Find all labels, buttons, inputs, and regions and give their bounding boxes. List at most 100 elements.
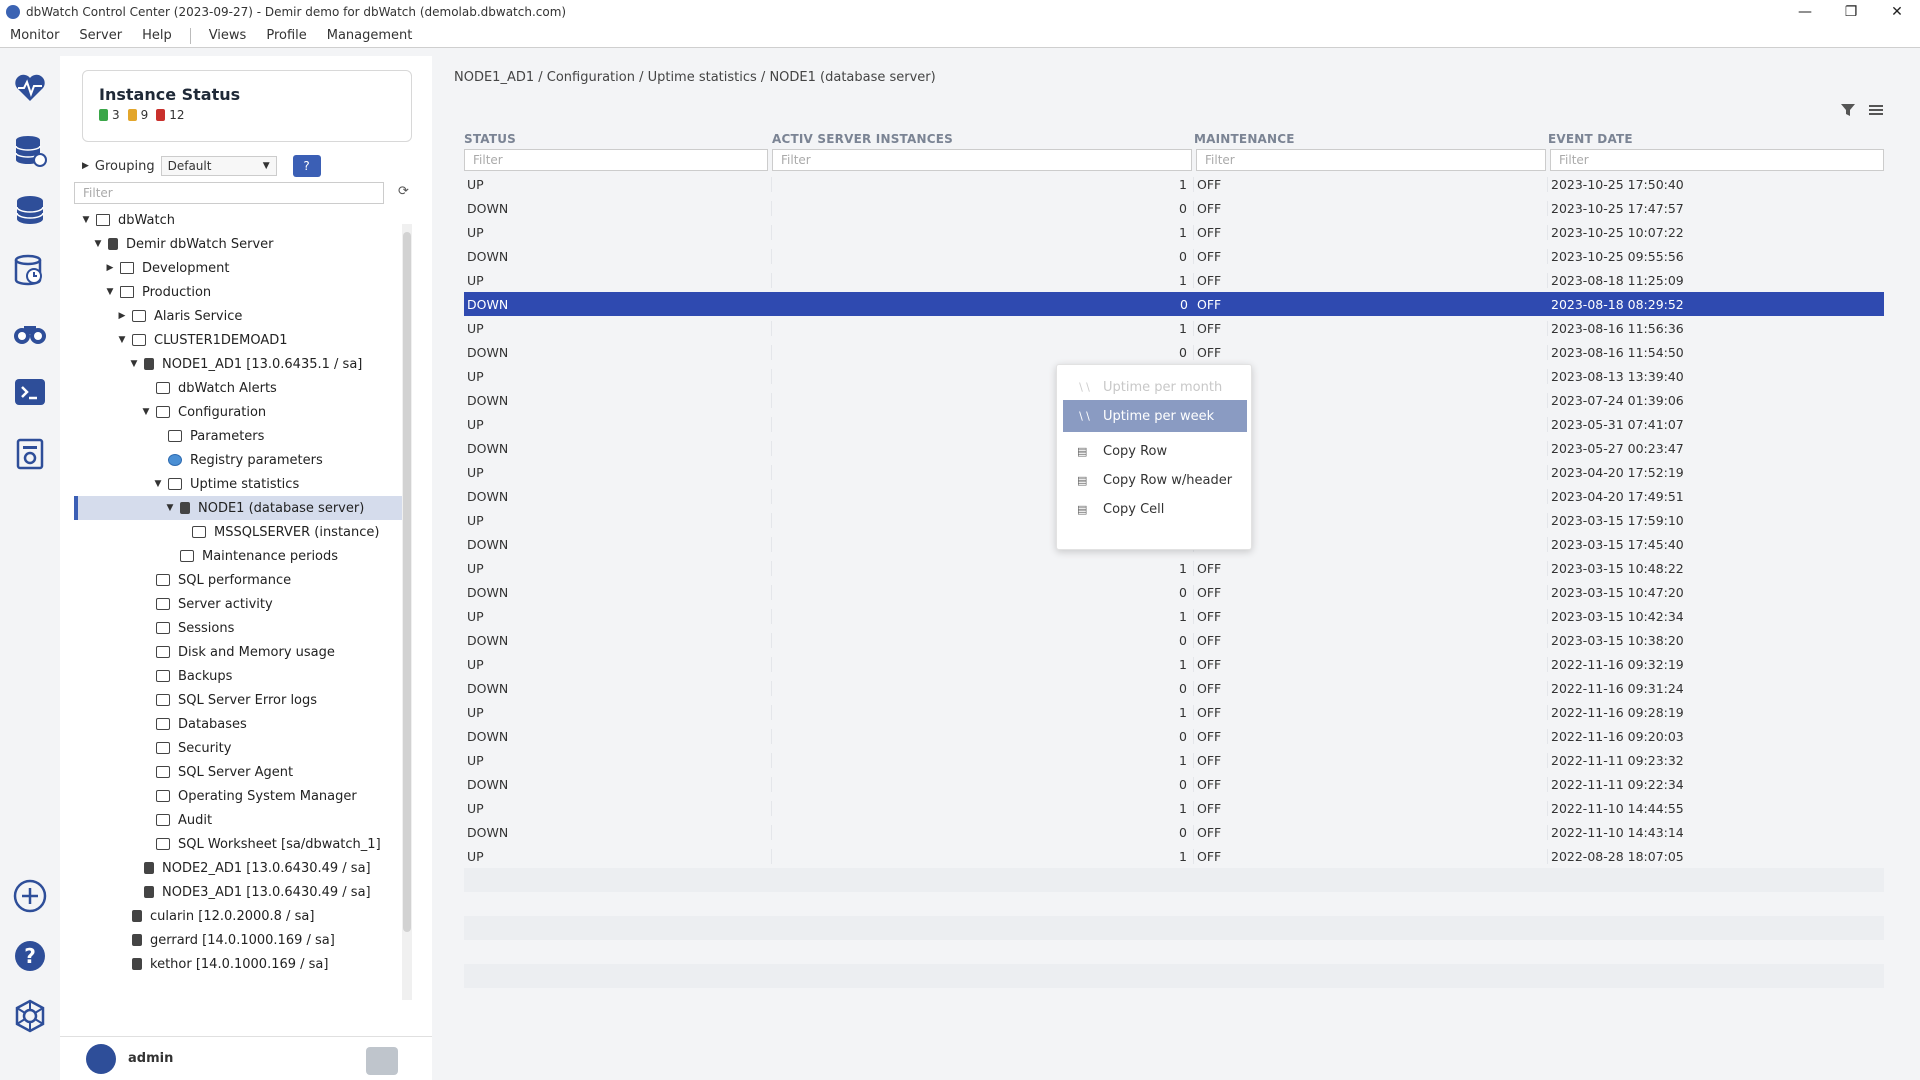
menu-management[interactable]: Management [317,28,423,43]
tree-item[interactable]: SQL Server Error logs [74,688,410,712]
tree-item[interactable]: ▼ Demir dbWatch Server [74,232,410,256]
table-row[interactable]: UP 1 OFF 2022-08-28 18:07:05 [464,844,1884,868]
context-menu-item[interactable]: ▤ Copy Cell [1063,493,1247,525]
tree-toggle-icon[interactable]: ▶ [116,311,128,321]
table-row[interactable]: DOWN 0 OFF 2023-10-25 09:55:56 [464,244,1884,268]
tree-item[interactable]: Operating System Manager [74,784,410,808]
tree-toggle-icon[interactable]: ▼ [116,335,128,345]
close-button[interactable]: ✕ [1874,4,1920,20]
database-settings-icon[interactable] [12,132,48,168]
table-row[interactable]: UP 1 OFF 2023-10-25 10:07:22 [464,220,1884,244]
tree-item[interactable]: NODE2_AD1 [13.0.6430.49 / sa] [74,856,410,880]
tree-item[interactable]: ▼ dbWatch [74,208,410,232]
tree-item[interactable]: kethor [14.0.1000.169 / sa] [74,952,410,976]
table-row[interactable]: UP 1 OFF 2023-03-15 10:42:34 [464,604,1884,628]
database-clock-icon[interactable] [12,252,48,288]
header-event-date[interactable]: EVENT DATE [1548,132,1884,146]
menu-icon[interactable] [1868,102,1884,118]
tree-item[interactable]: cularin [12.0.2000.8 / sa] [74,904,410,928]
tree-item[interactable]: ▼ NODE1_AD1 [13.0.6435.1 / sa] [74,352,410,376]
table-row[interactable]: DOWN 0 OFF 2023-08-16 11:54:50 [464,340,1884,364]
tree-item[interactable]: ▶ Development [74,256,410,280]
filter-icon[interactable] [1840,102,1856,118]
avatar[interactable] [86,1043,116,1074]
context-menu-item[interactable]: ▤ Copy Row w/header [1063,464,1247,496]
tree-item[interactable]: SQL performance [74,568,410,592]
menu-server[interactable]: Server [69,28,132,43]
grouping-help-button[interactable]: ? [292,155,321,177]
tree-scrollbar[interactable] [402,224,412,1000]
filter-maintenance-input[interactable]: Filter [1196,149,1546,171]
tree-toggle-icon[interactable]: ▼ [140,407,152,417]
menu-help[interactable]: Help [132,28,182,43]
tree-item[interactable]: Maintenance periods [74,544,410,568]
filter-event-date-input[interactable]: Filter [1550,149,1884,171]
tree-item[interactable]: SQL Worksheet [sa/dbwatch_1] [74,832,410,856]
context-menu-item[interactable]: ∖∖ Uptime per week [1063,400,1247,432]
table-row[interactable]: UP 1 OFF 2023-10-25 17:50:40 [464,172,1884,196]
grouping-select[interactable]: Default ▼ [160,156,277,176]
tree-item[interactable]: Parameters [74,424,410,448]
table-row[interactable]: DOWN 0 OFF 2023-03-15 10:47:20 [464,580,1884,604]
tree-item[interactable]: NODE3_AD1 [13.0.6430.49 / sa] [74,880,410,904]
table-row[interactable]: UP 1 OFF 2022-11-11 09:23:32 [464,748,1884,772]
table-row[interactable]: DOWN 0 OFF 2023-10-25 17:47:57 [464,196,1884,220]
tree-item[interactable]: dbWatch Alerts [74,376,410,400]
terminal-icon[interactable] [12,374,48,410]
tree-item[interactable]: Sessions [74,616,410,640]
tree-toggle-icon[interactable]: ▼ [152,479,164,489]
table-row[interactable]: UP 1 OFF 2023-03-15 10:48:22 [464,556,1884,580]
filter-instances-input[interactable]: Filter [772,149,1192,171]
table-row[interactable]: DOWN 0 OFF 2022-11-16 09:31:24 [464,676,1884,700]
tree-item[interactable]: ▶ Alaris Service [74,304,410,328]
tree-item[interactable]: ▼ NODE1 (database server) [74,496,410,520]
table-row[interactable]: UP 1 OFF 2023-08-18 11:25:09 [464,268,1884,292]
table-row[interactable]: UP 1 OFF 2022-11-16 09:32:19 [464,652,1884,676]
tree-toggle-icon[interactable]: ▼ [80,215,92,225]
refresh-icon[interactable]: ⟳ [398,184,409,199]
restore-button[interactable]: ❐ [1828,4,1874,20]
table-row[interactable]: DOWN 0 OFF 2022-11-11 09:22:34 [464,772,1884,796]
add-icon[interactable] [12,878,48,914]
tree-toggle-icon[interactable]: ▼ [92,239,104,249]
tree-toggle-icon[interactable]: ▼ [164,503,176,513]
tree-item[interactable]: Audit [74,808,410,832]
tree-scrollbar-thumb[interactable] [403,232,411,932]
tree-item[interactable]: Registry parameters [74,448,410,472]
tree-item[interactable]: ▼ Configuration [74,400,410,424]
tree-item[interactable]: Databases [74,712,410,736]
header-activ-server-instances[interactable]: ACTIV SERVER INSTANCES [772,132,1194,146]
table-row[interactable]: DOWN 0 OFF 2023-08-18 08:29:52 [464,292,1884,316]
report-icon[interactable] [12,436,48,472]
tree-toggle-icon[interactable]: ▼ [104,287,116,297]
tree-item[interactable]: Disk and Memory usage [74,640,410,664]
header-maintenance[interactable]: MAINTENANCE [1194,132,1548,146]
tree-item[interactable]: gerrard [14.0.1000.169 / sa] [74,928,410,952]
minimize-button[interactable]: — [1782,4,1828,20]
table-row[interactable]: UP 1 OFF 2022-11-10 14:44:55 [464,796,1884,820]
filter-status-input[interactable]: Filter [464,149,768,171]
tree-item[interactable]: ▼ Uptime statistics [74,472,410,496]
heartbeat-icon[interactable] [12,70,48,106]
table-row[interactable]: DOWN 0 OFF 2022-11-16 09:20:03 [464,724,1884,748]
tree-item[interactable]: ▼ Production [74,280,410,304]
grouping-expand-icon[interactable]: ▶ [82,161,89,171]
database-stack-icon[interactable] [12,192,48,228]
tree-item[interactable]: Security [74,736,410,760]
menu-views[interactable]: Views [199,28,257,43]
binoculars-icon[interactable] [12,314,48,350]
table-row[interactable]: UP 1 OFF 2023-08-16 11:56:36 [464,316,1884,340]
tree-item[interactable]: MSSQLSERVER (instance) [74,520,410,544]
tree-item[interactable]: ▼ CLUSTER1DEMOAD1 [74,328,410,352]
table-row[interactable]: DOWN 0 OFF 2022-11-10 14:43:14 [464,820,1884,844]
tree-item[interactable]: SQL Server Agent [74,760,410,784]
tree-toggle-icon[interactable]: ▶ [104,263,116,273]
settings-hex-icon[interactable] [12,998,48,1034]
tree-item[interactable]: Backups [74,664,410,688]
table-row[interactable]: DOWN 0 OFF 2023-03-15 10:38:20 [464,628,1884,652]
menu-monitor[interactable]: Monitor [0,28,69,43]
tree-filter-input[interactable]: Filter [74,182,384,204]
menu-profile[interactable]: Profile [256,28,316,43]
tree-toggle-icon[interactable]: ▼ [128,359,140,369]
help-icon[interactable]: ? [12,938,48,974]
